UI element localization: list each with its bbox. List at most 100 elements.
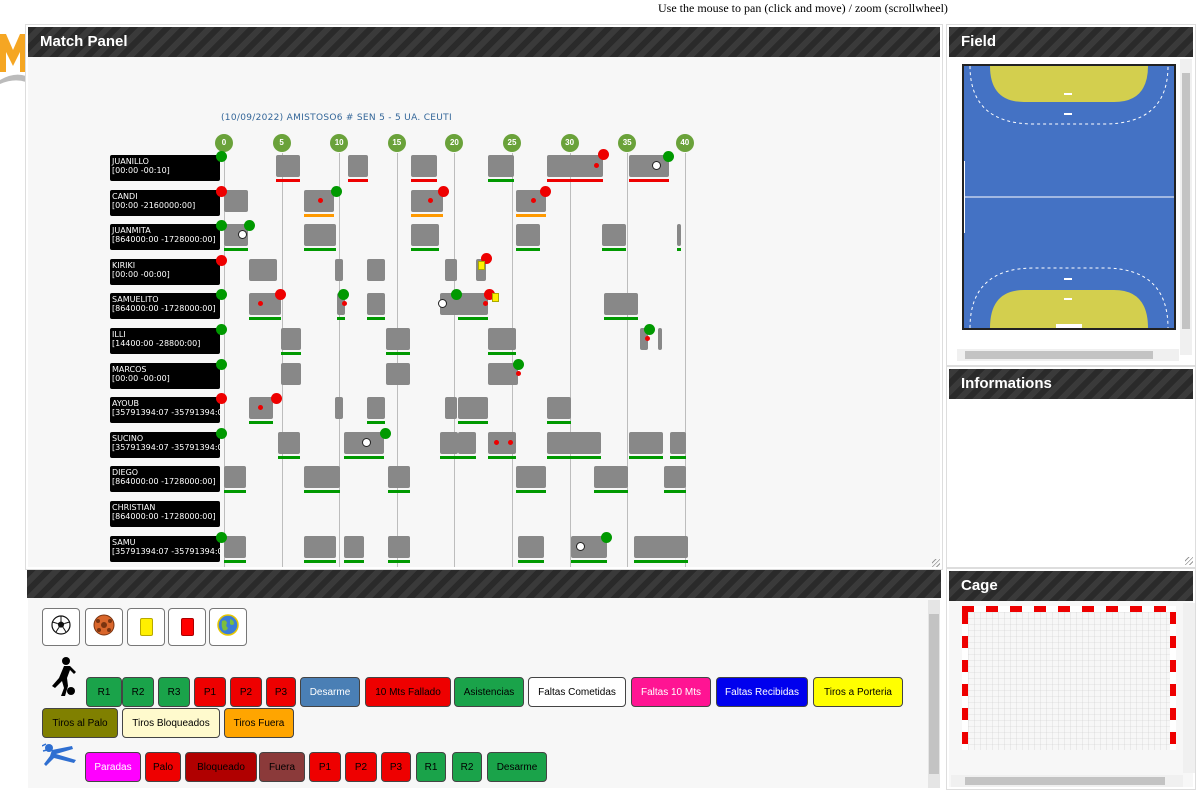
player-action-button[interactable]: Tiros al Palo (42, 708, 118, 738)
player-label[interactable]: AYOUB [35791394:07 -35791394:07] (110, 397, 220, 424)
player-label[interactable]: MARCOS [00:00 -00:00] (110, 362, 220, 389)
playing-time-segment[interactable] (516, 466, 546, 489)
resize-handle[interactable] (932, 559, 940, 567)
keeper-action-button[interactable]: P3 (381, 752, 411, 782)
playing-time-segment[interactable] (348, 155, 368, 177)
player-label[interactable]: JUANILLO [00:00 -00:10] (110, 155, 220, 181)
playing-time-segment[interactable] (388, 466, 410, 489)
player-label[interactable]: SUCINO [35791394:07 -35791394:07] (110, 431, 220, 458)
keeper-action-button[interactable]: Desarme (487, 752, 547, 782)
player-action-button[interactable]: Desarme (300, 677, 360, 707)
player-action-button[interactable]: Tiros a Porteria (813, 677, 903, 707)
playing-time-segment[interactable] (440, 431, 458, 454)
playing-time-segment[interactable] (276, 155, 300, 177)
actions-scroll-thumb[interactable] (929, 614, 939, 774)
futsal-ball-button[interactable] (85, 608, 123, 646)
playing-time-segment[interactable] (335, 258, 343, 281)
cage-hscroll[interactable] (951, 775, 1183, 787)
playing-time-segment[interactable] (518, 535, 544, 558)
player-label[interactable]: SAMU [35791394:07 -35791394:07] (110, 535, 220, 562)
playing-time-segment[interactable] (458, 431, 476, 454)
player-label[interactable]: CHRISTIAN [864000:00 -1728000:00] (110, 501, 220, 527)
field-hscroll[interactable] (957, 349, 1179, 361)
player-action-button[interactable]: R1 (86, 677, 122, 707)
playing-time-segment[interactable] (224, 535, 246, 558)
playing-time-segment[interactable] (594, 466, 628, 489)
playing-time-segment[interactable] (411, 224, 439, 247)
playing-time-segment[interactable] (658, 328, 662, 350)
playing-time-segment[interactable] (304, 466, 340, 489)
playing-time-segment[interactable] (602, 224, 626, 247)
playing-time-segment[interactable] (516, 224, 540, 247)
player-action-button[interactable]: Tiros Fuera (224, 708, 294, 738)
playing-time-segment[interactable] (411, 155, 437, 177)
playing-time-segment[interactable] (677, 224, 681, 247)
playing-time-segment[interactable] (335, 397, 343, 420)
playing-time-segment[interactable] (367, 258, 385, 281)
cage-vscroll[interactable] (1183, 603, 1195, 773)
goal-cage[interactable] (962, 606, 1176, 750)
player-action-button[interactable]: P2 (230, 677, 262, 707)
keeper-action-button[interactable]: Fuera (259, 752, 305, 782)
keeper-action-button[interactable]: Paradas (85, 752, 141, 782)
handball-court[interactable] (962, 64, 1176, 330)
player-label[interactable]: DIEGO [864000:00 -1728000:00] (110, 466, 220, 493)
playing-time-segment[interactable] (547, 431, 601, 454)
playing-time-segment[interactable] (281, 362, 301, 385)
keeper-action-button[interactable]: R1 (416, 752, 446, 782)
info-resize-handle[interactable] (1185, 557, 1193, 565)
playing-time-segment[interactable] (224, 189, 248, 212)
playing-time-segment[interactable] (445, 397, 457, 420)
playing-time-segment[interactable] (281, 328, 301, 350)
yellow-card-button[interactable] (127, 608, 165, 646)
keeper-action-button[interactable]: R2 (452, 752, 482, 782)
keeper-action-button[interactable]: P1 (309, 752, 341, 782)
playing-time-segment[interactable] (547, 397, 571, 420)
player-action-button[interactable]: Faltas 10 Mts (631, 677, 711, 707)
cage-hscroll-thumb[interactable] (965, 777, 1165, 785)
playing-time-segment[interactable] (367, 397, 385, 420)
playing-time-segment[interactable] (278, 431, 300, 454)
playing-time-segment[interactable] (664, 466, 686, 489)
player-action-button[interactable]: 10 Mts Fallado (365, 677, 451, 707)
player-action-button[interactable]: Faltas Recibidas (716, 677, 808, 707)
playing-time-segment[interactable] (458, 397, 488, 420)
playing-time-segment[interactable] (367, 293, 385, 316)
player-label[interactable]: JUANMITA [864000:00 -1728000:00] (110, 224, 220, 251)
playing-time-segment[interactable] (224, 466, 246, 489)
playing-time-segment[interactable] (386, 362, 410, 385)
playing-time-segment[interactable] (488, 328, 516, 350)
playing-time-segment[interactable] (670, 431, 686, 454)
globe-button[interactable] (209, 608, 247, 646)
keeper-action-button[interactable]: Bloqueado (185, 752, 257, 782)
playing-time-segment[interactable] (634, 535, 688, 558)
playing-time-segment[interactable] (388, 535, 410, 558)
red-card-button[interactable] (168, 608, 206, 646)
playing-time-segment[interactable] (445, 258, 457, 281)
field-hscroll-thumb[interactable] (965, 351, 1153, 359)
player-action-button[interactable]: R2 (122, 677, 154, 707)
player-action-button[interactable]: Tiros Bloqueados (122, 708, 220, 738)
ball-button[interactable] (42, 608, 80, 646)
player-label[interactable]: ILLI [14400:00 -28800:00] (110, 328, 220, 354)
player-label[interactable]: SAMUELITO [864000:00 -1728000:00] (110, 293, 220, 320)
playing-time-segment[interactable] (488, 155, 514, 177)
player-action-button[interactable]: P1 (194, 677, 226, 707)
player-action-button[interactable]: R3 (158, 677, 190, 707)
playing-time-segment[interactable] (344, 535, 364, 558)
playing-time-segment[interactable] (386, 328, 410, 350)
field-vscroll[interactable] (1180, 59, 1192, 355)
playing-time-segment[interactable] (304, 224, 336, 247)
field-vscroll-thumb[interactable] (1182, 73, 1190, 329)
playing-time-segment[interactable] (304, 535, 336, 558)
player-action-button[interactable]: P3 (266, 677, 296, 707)
playing-time-segment[interactable] (604, 293, 638, 316)
player-label[interactable]: KIRIKI [00:00 -00:00] (110, 258, 220, 285)
player-action-button[interactable]: Asistencias (454, 677, 524, 707)
match-timeline[interactable]: (10/09/2022) AMISTOSO6 # SEN 5 - 5 UA. C… (28, 57, 940, 567)
actions-scrollbar[interactable] (928, 600, 940, 788)
player-label[interactable]: CANDI [00:00 -2160000:00] (110, 189, 220, 216)
playing-time-segment[interactable] (629, 431, 663, 454)
playing-time-segment[interactable] (249, 258, 277, 281)
player-action-button[interactable]: Faltas Cometidas (528, 677, 626, 707)
